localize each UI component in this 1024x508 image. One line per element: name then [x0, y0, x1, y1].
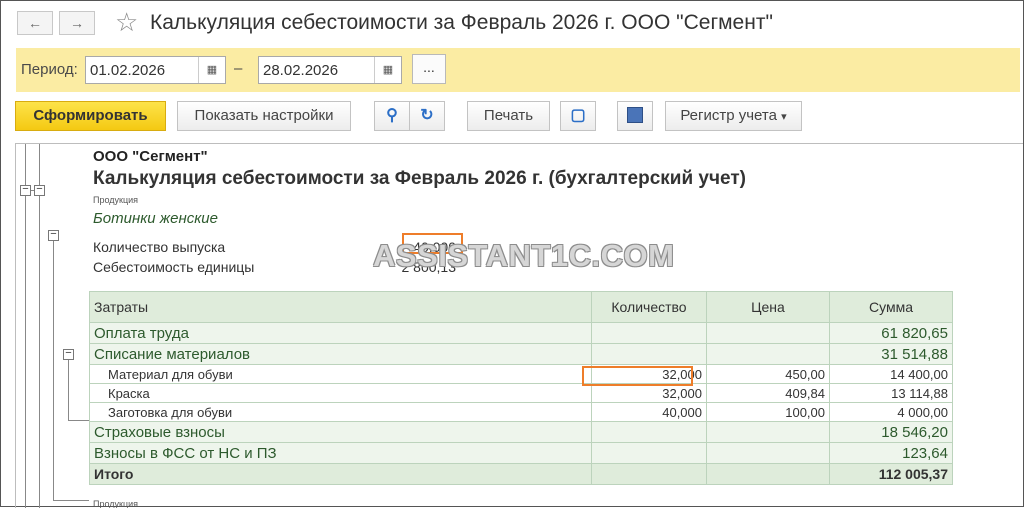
preview-button[interactable]: ▢: [560, 101, 596, 131]
search-icon: ⚲: [386, 107, 398, 124]
collapse-icon[interactable]: −: [34, 184, 45, 196]
table-row[interactable]: Списание материалов 31 514,88: [89, 343, 953, 365]
report-title: Калькуляция себестоимости за Февраль 202…: [93, 168, 746, 189]
row-quantity: 40,000: [591, 402, 707, 422]
row-label: Страховые взносы: [89, 421, 592, 443]
save-button[interactable]: [617, 101, 653, 131]
table-row[interactable]: Краска 32,000 409,84 13 114,88: [89, 383, 953, 403]
row-label: Краска: [89, 383, 592, 403]
row-price: 100,00: [706, 402, 830, 422]
collapse-icon[interactable]: −: [63, 348, 74, 360]
generate-button[interactable]: Сформировать: [15, 101, 166, 131]
grouping-gutter: − − − −: [16, 144, 89, 508]
row-label: Заготовка для обуви: [89, 402, 592, 422]
report-area[interactable]: − − − − ООО "Сегмент" Калькуляция себест…: [15, 143, 1023, 508]
row-price: [706, 442, 830, 464]
period-to-value: 28.02.2026: [263, 62, 339, 79]
report-organization: ООО "Сегмент": [93, 148, 208, 165]
window-title: Калькуляция себестоимости за Февраль 202…: [150, 11, 773, 34]
calendar-icon[interactable]: ▦: [374, 57, 401, 83]
product-caption: Продукция: [93, 195, 139, 205]
column-header-amount: Сумма: [829, 291, 953, 323]
watermark: ASSISTANT1C.COM: [373, 238, 675, 273]
table-row[interactable]: Страховые взносы 18 546,20: [89, 421, 953, 443]
collapse-icon[interactable]: −: [48, 229, 59, 241]
row-price: 450,00: [706, 364, 830, 384]
table-row[interactable]: Материал для обуви 32,000 450,00 14 400,…: [89, 364, 953, 384]
save-icon: [627, 106, 643, 123]
back-button[interactable]: ←: [17, 11, 53, 35]
row-price: [706, 421, 830, 443]
row-label: Взносы в ФСС от НС и ПЗ: [89, 442, 592, 464]
row-label: Материал для обуви: [89, 364, 592, 384]
chevron-down-icon: ▾: [781, 111, 787, 123]
title-bar: ← → ☆ Калькуляция себестоимости за Февра…: [0, 0, 1024, 46]
column-header-price: Цена: [706, 291, 830, 323]
table-row[interactable]: Оплата труда 61 820,65: [89, 322, 953, 344]
period-from-field[interactable]: 01.02.2026 ▦: [85, 56, 226, 84]
collapse-icon[interactable]: −: [20, 184, 31, 196]
search-next-button[interactable]: ↻: [409, 101, 445, 131]
row-label: Оплата труда: [89, 322, 592, 344]
table-row[interactable]: Заготовка для обуви 40,000 100,00 4 000,…: [89, 402, 953, 422]
register-menu-button[interactable]: Регистр учета ▾: [665, 101, 802, 131]
row-amount: 31 514,88: [829, 343, 953, 365]
favorite-star-icon[interactable]: ☆: [115, 8, 138, 36]
row-amount: 61 820,65: [829, 322, 953, 344]
forward-button[interactable]: →: [59, 11, 95, 35]
highlight-frame: [582, 366, 693, 386]
costs-table: Затраты Количество Цена Сумма Оплата тру…: [89, 291, 953, 485]
period-separator: –: [234, 60, 243, 77]
total-price: [706, 463, 830, 485]
period-to-field[interactable]: 28.02.2026 ▦: [258, 56, 402, 84]
row-quantity: [591, 421, 707, 443]
row-amount: 123,64: [829, 442, 953, 464]
row-amount: 18 546,20: [829, 421, 953, 443]
output-quantity-label: Количество выпуска: [93, 239, 226, 255]
print-preview-icon: ▢: [570, 107, 586, 124]
column-header-costs: Затраты: [89, 291, 592, 323]
search-next-icon: ↻: [420, 107, 434, 124]
row-amount: 13 114,88: [829, 383, 953, 403]
row-quantity: [591, 442, 707, 464]
product-name[interactable]: Ботинки женские: [93, 210, 218, 227]
table-row[interactable]: Взносы в ФСС от НС и ПЗ 123,64: [89, 442, 953, 464]
row-quantity: 32,000: [591, 383, 707, 403]
calendar-icon[interactable]: ▦: [198, 57, 225, 83]
register-label: Регистр учета: [680, 107, 777, 124]
period-from-value: 01.02.2026: [90, 62, 166, 79]
row-price: [706, 322, 830, 344]
total-quantity: [591, 463, 707, 485]
column-header-quantity: Количество: [591, 291, 707, 323]
total-row[interactable]: Итого 112 005,37: [89, 463, 953, 485]
total-amount: 112 005,37: [829, 463, 953, 485]
row-quantity: [591, 322, 707, 344]
print-button[interactable]: Печать: [467, 101, 550, 131]
table-header: Затраты Количество Цена Сумма: [89, 291, 953, 323]
period-bar: Период: 01.02.2026 ▦ – 28.02.2026 ▦ ...: [16, 48, 1020, 92]
unit-cost-label: Себестоимость единицы: [93, 259, 255, 275]
row-quantity: [591, 343, 707, 365]
row-price: [706, 343, 830, 365]
search-button[interactable]: ⚲: [374, 101, 410, 131]
row-amount: 4 000,00: [829, 402, 953, 422]
arrow-right-icon: →: [70, 15, 84, 31]
row-price: 409,84: [706, 383, 830, 403]
show-settings-button[interactable]: Показать настройки: [177, 101, 351, 131]
period-label: Период:: [21, 61, 78, 78]
arrow-left-icon: ←: [28, 15, 42, 31]
period-select-button[interactable]: ...: [412, 54, 446, 84]
row-amount: 14 400,00: [829, 364, 953, 384]
row-label: Списание материалов: [89, 343, 592, 365]
total-label: Итого: [89, 463, 592, 485]
